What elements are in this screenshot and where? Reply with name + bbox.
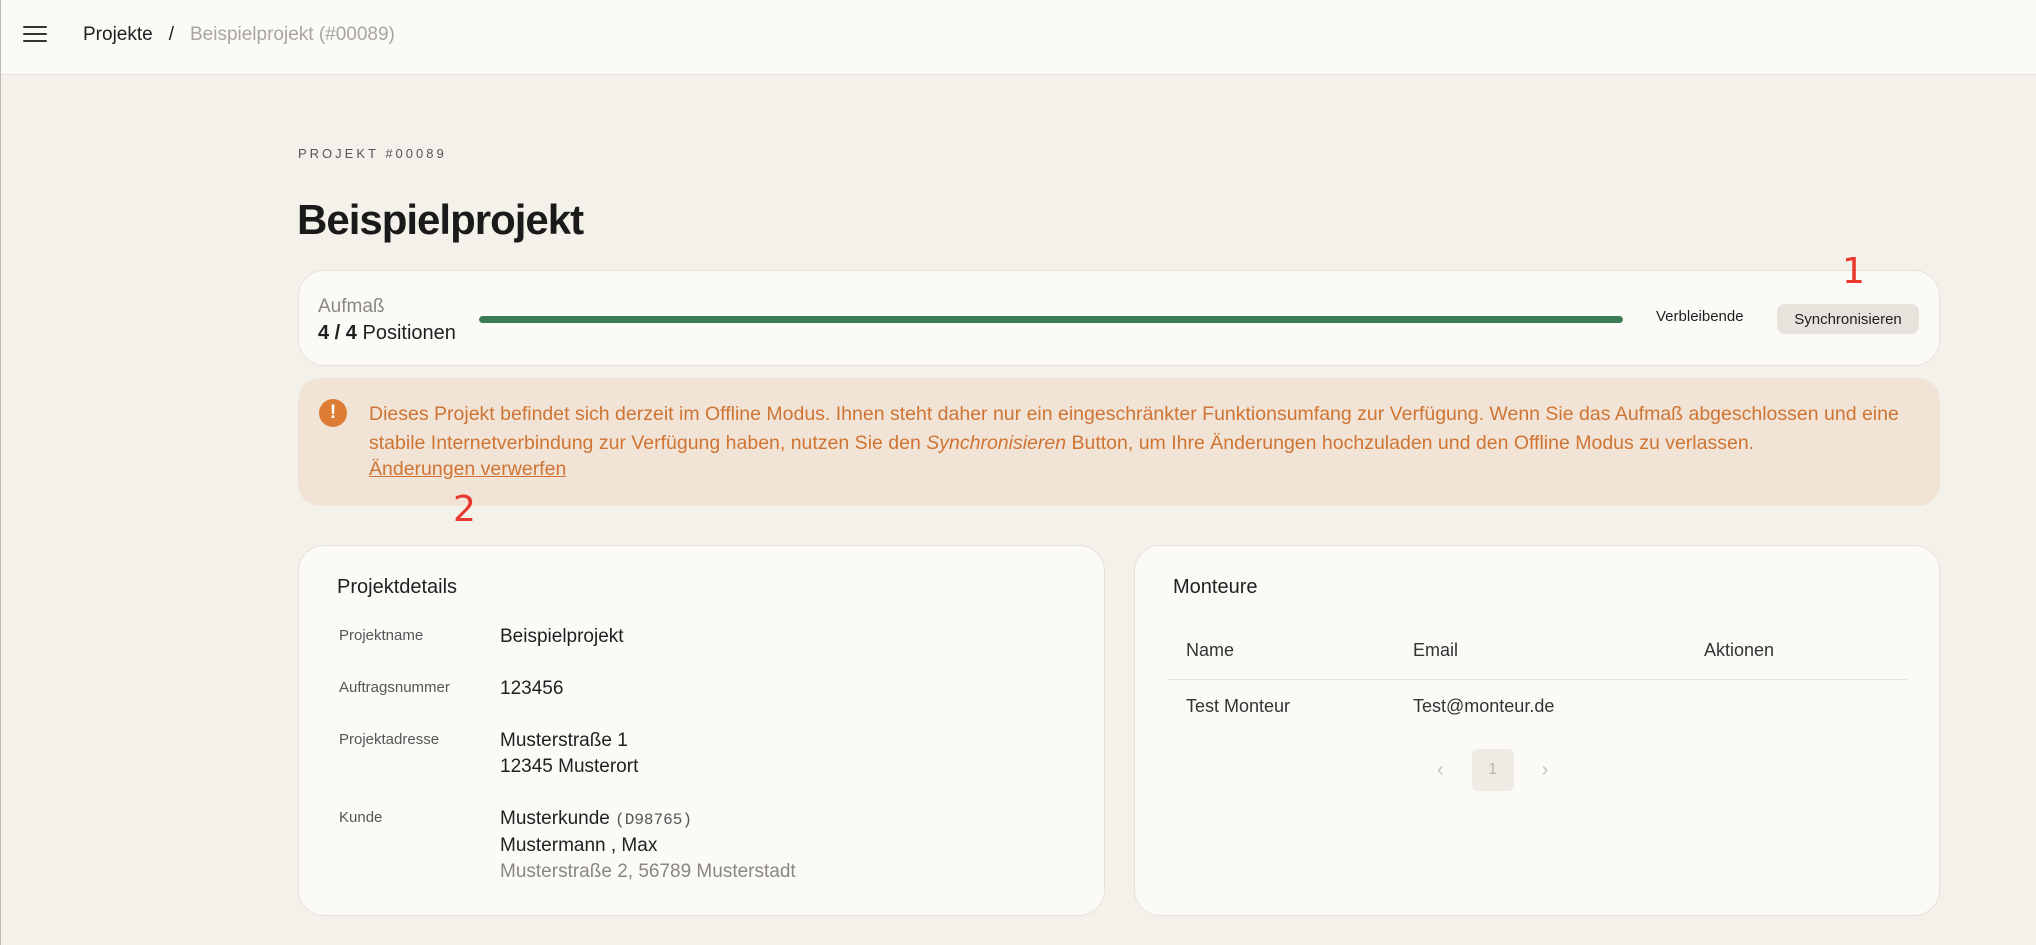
address-line-2: 12345 Musterort [500, 756, 639, 777]
remaining-button[interactable]: Verbleibende [1656, 308, 1744, 325]
alert-text-emphasis: Synchronisieren [926, 432, 1067, 454]
progress-bar [479, 316, 1623, 323]
column-header-actions: Aktionen [1704, 640, 1775, 660]
measurement-progress-card: Aufmaß 4 / 4 Positionen Verbleibende Syn… [298, 270, 1940, 366]
detail-key: Projektname [339, 627, 424, 644]
fitters-card: Monteure Name Email Aktionen Test Monteu… [1134, 545, 1940, 916]
page-title: Beispielprojekt [297, 196, 584, 243]
table-divider [1169, 679, 1907, 680]
page-button-1[interactable]: 1 [1471, 749, 1514, 791]
detail-key: Auftragsnummer [339, 679, 450, 696]
detail-key: Projektadresse [339, 731, 440, 748]
project-number-eyebrow: PROJEKT #00089 [298, 146, 447, 161]
hamburger-menu-icon[interactable] [23, 26, 47, 46]
progress-bar-fill [479, 316, 1623, 323]
discard-changes-link[interactable]: Änderungen verwerfen [369, 458, 566, 481]
breadcrumb-projekte-link[interactable]: Projekte [83, 24, 153, 46]
synchronize-button[interactable]: Synchronisieren [1777, 304, 1919, 334]
progress-done: 4 / 4 [318, 322, 357, 344]
detail-value: Beispielprojekt [500, 626, 624, 647]
progress-unit: Positionen [362, 322, 456, 344]
customer-contact: Mustermann , Max [500, 835, 658, 856]
fitters-title: Monteure [1173, 576, 1258, 598]
project-details-card: Projektdetails Projektname Beispielproje… [298, 545, 1105, 916]
detail-value: 123456 [500, 678, 564, 699]
pagination: ‹ 1 › [1437, 749, 1548, 791]
breadcrumb-current: Beispielprojekt (#00089) [189, 24, 395, 45]
annotation-marker-1: 1 [1842, 251, 1865, 292]
customer-code: (D98765) [615, 811, 692, 829]
annotation-marker-2: 2 [453, 489, 476, 530]
exclamation-circle-icon: ! [319, 399, 347, 427]
project-details-title: Projektdetails [337, 576, 458, 598]
column-header-email[interactable]: Email [1413, 640, 1458, 661]
detail-key: Kunde [339, 809, 383, 826]
customer-name-line: Musterkunde (D98765) [500, 806, 796, 833]
customer-address: Musterstraße 2, 56789 Musterstadt [500, 861, 796, 882]
top-bar: Projekte / Beispielprojekt (#00089) [1, 0, 2036, 75]
customer-name: Musterkunde [500, 808, 610, 829]
breadcrumb-separator: / [168, 24, 174, 45]
alert-message: Dieses Projekt befindet sich derzeit im … [369, 400, 1919, 458]
progress-label: Aufmaß [318, 296, 385, 317]
address-line-1: Musterstraße 1 [500, 730, 628, 751]
fitter-email: Test@monteur.de [1413, 696, 1555, 716]
progress-count: 4 / 4 Positionen [318, 322, 456, 345]
chevron-left-icon[interactable]: ‹ [1437, 759, 1444, 782]
breadcrumb: Projekte / Beispielprojekt (#00089) [83, 24, 395, 46]
detail-value: Musterkunde (D98765) Mustermann , Max Mu… [500, 806, 796, 885]
alert-text-after: Button, um Ihre Änderungen hochzuladen u… [1066, 432, 1755, 454]
fitter-name: Test Monteur [1186, 696, 1291, 716]
offline-mode-alert: ! Dieses Projekt befindet sich derzeit i… [298, 378, 1940, 506]
chevron-right-icon[interactable]: › [1542, 759, 1549, 782]
detail-value: Musterstraße 1 12345 Musterort [500, 728, 638, 780]
column-header-name[interactable]: Name [1186, 640, 1234, 661]
